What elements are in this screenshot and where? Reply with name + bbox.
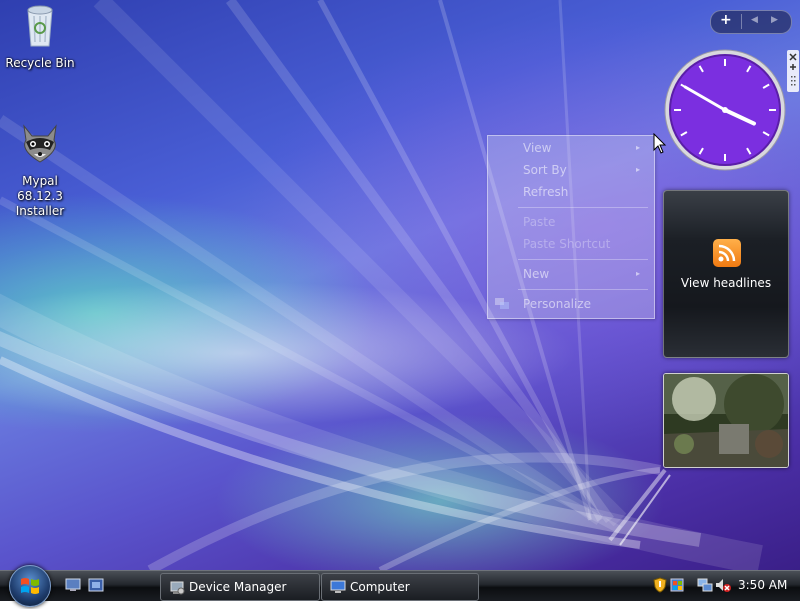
volume-muted-icon[interactable] — [715, 577, 731, 593]
recycle-bin-icon — [27, 5, 53, 47]
show-desktop-icon[interactable] — [65, 578, 81, 592]
slideshow-gadget[interactable] — [663, 373, 789, 468]
menu-item-sort-by[interactable]: Sort By — [523, 163, 567, 177]
feed-headlines-gadget[interactable]: View headlines — [663, 190, 789, 358]
menu-separator — [518, 259, 648, 260]
start-button[interactable] — [9, 565, 51, 607]
view-headlines-label[interactable]: View headlines — [664, 276, 788, 290]
menu-separator — [518, 289, 648, 290]
desktop-icon-label: Recycle Bin — [5, 56, 75, 70]
taskbar-button-label: Computer — [350, 580, 410, 594]
desktop-background[interactable]: Recycle Bin Mypal 68.12.3 Installer + ◀ … — [0, 0, 800, 570]
windows-logo-icon — [21, 578, 39, 594]
next-gadget-page-button[interactable]: ▶ — [771, 15, 778, 25]
device-manager-icon — [170, 581, 185, 595]
clock-gadget[interactable] — [663, 48, 787, 172]
raccoon-installer-icon — [23, 124, 57, 163]
taskbar-button-label: Device Manager — [189, 580, 287, 594]
submenu-arrow-icon: ▸ — [636, 143, 641, 152]
menu-item-paste[interactable]: Paste — [523, 215, 555, 229]
taskbar-button-device-manager[interactable]: Device Manager — [160, 573, 320, 601]
windows-update-icon[interactable] — [669, 577, 685, 593]
sidebar-controls: + ◀ ▶ — [710, 10, 792, 34]
desktop-context-menu: View ▸ Sort By ▸ Refresh Paste Paste Sho… — [487, 135, 655, 319]
divider — [741, 14, 742, 29]
gadget-grip-handle[interactable] — [787, 50, 799, 92]
network-icon[interactable] — [697, 577, 713, 593]
gadget-options-icon — [789, 53, 797, 86]
computer-icon — [330, 580, 346, 593]
taskbar-button-computer[interactable]: Computer — [321, 573, 479, 601]
desktop-icon-label: Mypal 68.12.3 Installer — [15, 174, 65, 218]
menu-separator — [518, 207, 648, 208]
menu-item-personalize[interactable]: Personalize — [523, 297, 591, 311]
rss-icon — [713, 239, 741, 267]
desktop-icon-recycle-bin[interactable]: Recycle Bin — [0, 2, 85, 71]
slideshow-photo — [664, 374, 788, 467]
mouse-cursor-icon — [653, 133, 667, 154]
submenu-arrow-icon: ▸ — [636, 269, 641, 278]
add-gadget-button[interactable]: + — [720, 12, 732, 28]
previous-gadget-page-button[interactable]: ◀ — [751, 15, 758, 25]
menu-item-new[interactable]: New — [523, 267, 549, 281]
menu-item-paste-shortcut[interactable]: Paste Shortcut — [523, 237, 610, 251]
switch-windows-icon[interactable] — [88, 578, 104, 592]
personalize-icon — [495, 298, 509, 309]
menu-item-view[interactable]: View — [523, 141, 551, 155]
menu-item-refresh[interactable]: Refresh — [523, 185, 568, 199]
taskbar: Device Manager Computer 3:50 AM — [0, 565, 800, 607]
desktop-icon-mypal-installer[interactable]: Mypal 68.12.3 Installer — [0, 120, 85, 219]
security-shield-icon[interactable] — [652, 577, 668, 593]
submenu-arrow-icon: ▸ — [636, 165, 641, 174]
taskbar-clock[interactable]: 3:50 AM — [738, 571, 787, 599]
